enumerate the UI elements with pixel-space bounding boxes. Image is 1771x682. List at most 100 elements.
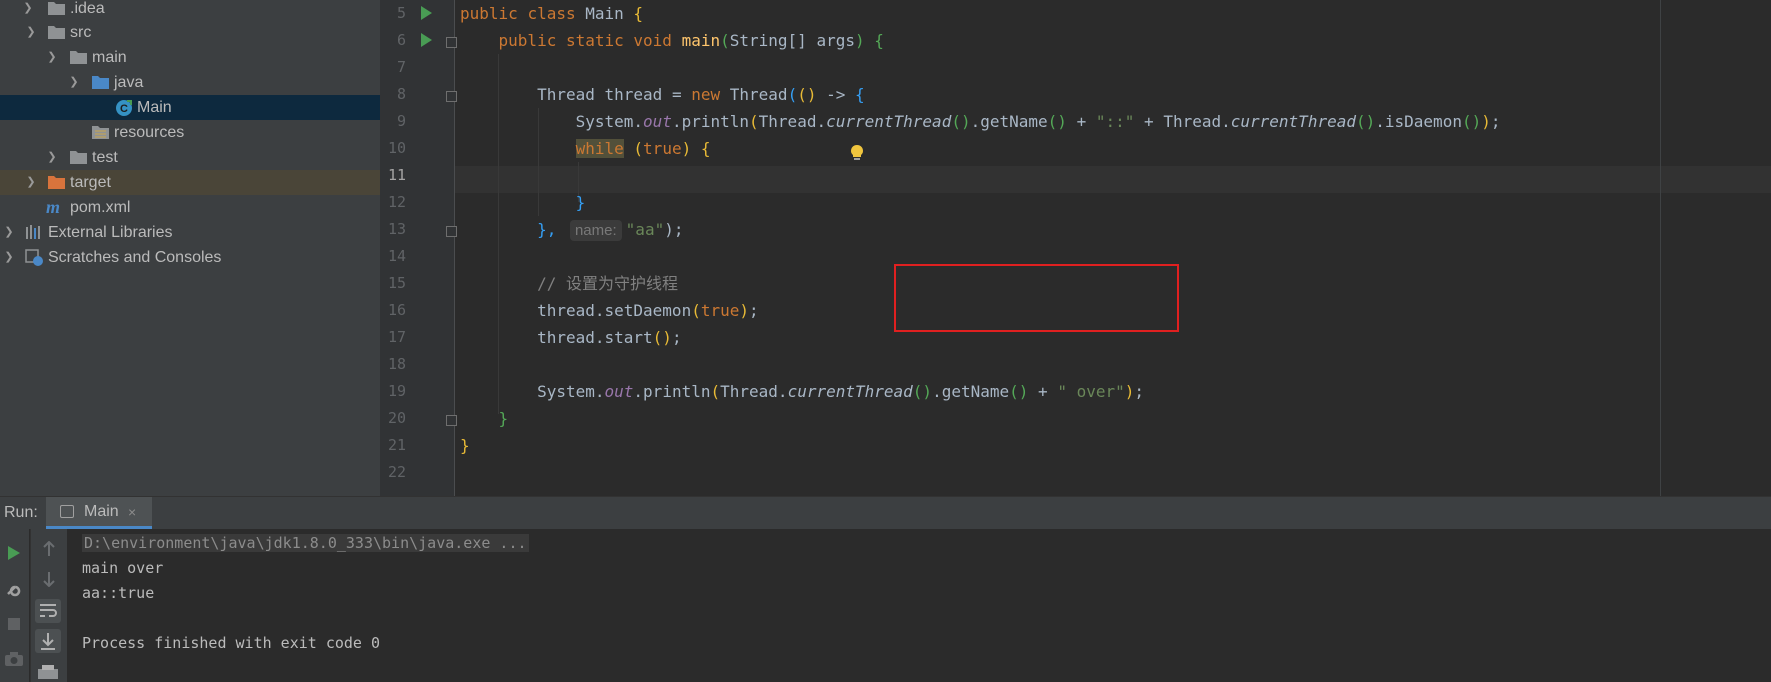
fold-icon[interactable]: [446, 415, 457, 426]
code-line-8: Thread thread = new Thread(() -> {: [537, 85, 865, 104]
camera-icon[interactable]: [4, 651, 24, 667]
chevron-right-icon[interactable]: ❯: [46, 145, 58, 170]
scratches-icon: [25, 249, 43, 266]
tree-item-label: pom.xml: [70, 199, 131, 216]
run-tool-window-header: Run: Main ×: [0, 496, 1771, 529]
line-number: 7: [396, 58, 406, 76]
console-line-command[interactable]: D:\environment\java\jdk1.8.0_333\bin\jav…: [82, 530, 529, 557]
current-line-highlight: [455, 166, 1771, 193]
run-main-icon[interactable]: [421, 33, 432, 47]
tab-run-main[interactable]: Main ×: [46, 497, 152, 529]
rerun-icon[interactable]: [7, 545, 21, 561]
tree-item-pom[interactable]: m pom.xml: [0, 195, 380, 220]
fold-icon[interactable]: [446, 37, 457, 48]
print-icon[interactable]: [37, 665, 59, 679]
project-tree-panel: ❯ .idea ❯ src ❯ main ❯ java C Main resou…: [0, 0, 380, 496]
java-class-icon: C: [116, 100, 132, 116]
code-editor[interactable]: 5 6 7 8 9 10 11 12 13 14 15 16 17 18 19 …: [380, 0, 1771, 496]
tree-item-src[interactable]: ❯ src: [0, 20, 380, 45]
line-number: 5: [396, 4, 406, 22]
line-number: 16: [387, 301, 406, 319]
right-margin-guide: [1660, 0, 1661, 496]
stop-icon[interactable]: [7, 617, 21, 631]
console-output[interactable]: D:\environment\java\jdk1.8.0_333\bin\jav…: [67, 529, 1771, 682]
folder-icon: [70, 51, 87, 64]
run-toolbar-primary: [0, 529, 29, 682]
tree-item-label: External Libraries: [48, 224, 173, 241]
console-line: aa::true: [82, 584, 155, 602]
line-number: 14: [387, 247, 406, 265]
close-icon[interactable]: ×: [128, 497, 136, 527]
run-toolbar-secondary: [30, 529, 67, 682]
folder-icon: [48, 2, 65, 15]
resources-folder-icon: [92, 126, 109, 139]
code-line-21: }: [460, 436, 470, 455]
scroll-to-end-icon[interactable]: [35, 629, 61, 653]
line-number: 8: [396, 85, 406, 103]
tree-item-label: Main: [137, 99, 172, 116]
chevron-right-icon[interactable]: ❯: [3, 245, 15, 270]
lightbulb-icon[interactable]: [850, 145, 864, 161]
tree-item-label: resources: [114, 124, 185, 141]
arrow-up-icon[interactable]: [42, 541, 56, 557]
line-number: 17: [387, 328, 406, 346]
fold-icon[interactable]: [446, 91, 457, 102]
code-line-5: public class Main {: [460, 4, 644, 23]
parameter-name-hint: name:: [569, 220, 622, 241]
maven-icon: m: [46, 197, 61, 217]
chevron-right-icon[interactable]: ❯: [22, 0, 34, 21]
tree-item-label: main: [92, 49, 127, 66]
code-line-6: public static void main(String[] args) {: [498, 31, 884, 50]
code-line-17: thread.start();: [537, 328, 682, 347]
arrow-down-icon[interactable]: [42, 571, 56, 587]
chevron-right-icon[interactable]: ❯: [25, 170, 37, 195]
console-line: Process finished with exit code 0: [82, 634, 381, 652]
line-number: 20: [387, 409, 406, 427]
chevron-right-icon[interactable]: ❯: [3, 220, 15, 245]
tab-label: Main: [84, 503, 119, 520]
line-number: 22: [387, 463, 406, 481]
tree-item-java[interactable]: ❯ java: [0, 70, 380, 95]
code-line-20: }: [498, 409, 509, 428]
source-folder-icon: [92, 76, 109, 89]
annotation-highlight-box: [894, 264, 1179, 332]
code-line-10: while (true) {: [575, 139, 711, 158]
wrench-icon[interactable]: [5, 579, 23, 597]
line-number: 13: [387, 220, 406, 238]
tree-item-scratches[interactable]: ❯ Scratches and Consoles: [0, 245, 380, 270]
folder-icon: [70, 151, 87, 164]
excluded-folder-icon: [48, 176, 65, 189]
run-class-icon[interactable]: [421, 6, 432, 20]
line-number: 10: [387, 139, 406, 157]
code-line-13: }, name: "aa");: [537, 220, 684, 241]
tree-item-main-class[interactable]: C Main: [0, 95, 380, 120]
soft-wrap-icon[interactable]: [35, 599, 61, 623]
chevron-down-icon[interactable]: ❯: [68, 70, 80, 95]
line-number-current: 11: [387, 166, 406, 184]
code-line-19: System.out.println(Thread.currentThread(…: [537, 382, 1145, 401]
tree-item-test[interactable]: ❯ test: [0, 145, 380, 170]
folder-icon: [48, 26, 65, 39]
line-number: 18: [387, 355, 406, 373]
run-label: Run:: [4, 504, 38, 521]
svg-text:C: C: [120, 103, 128, 115]
line-number: 21: [387, 436, 406, 454]
chevron-down-icon[interactable]: ❯: [25, 20, 37, 45]
tree-item-main[interactable]: ❯ main: [0, 45, 380, 70]
chevron-down-icon[interactable]: ❯: [46, 45, 58, 70]
code-line-12: }: [575, 193, 586, 212]
tree-item-resources[interactable]: resources: [0, 120, 380, 145]
tree-item-label: Scratches and Consoles: [48, 249, 222, 266]
tree-item-target[interactable]: ❯ target: [0, 170, 380, 195]
console-icon: [60, 505, 74, 518]
tree-item-label: src: [70, 24, 92, 41]
libraries-icon: [26, 225, 40, 239]
tree-item-idea[interactable]: ❯ .idea: [0, 0, 380, 21]
line-number: 6: [396, 31, 406, 49]
tree-item-label: .idea: [70, 0, 105, 17]
code-line-15: // 设置为守护线程: [537, 274, 678, 293]
line-number: 12: [387, 193, 406, 211]
tree-item-external-libraries[interactable]: ❯ External Libraries: [0, 220, 380, 245]
console-line: main over: [82, 559, 164, 577]
fold-icon[interactable]: [446, 226, 457, 237]
